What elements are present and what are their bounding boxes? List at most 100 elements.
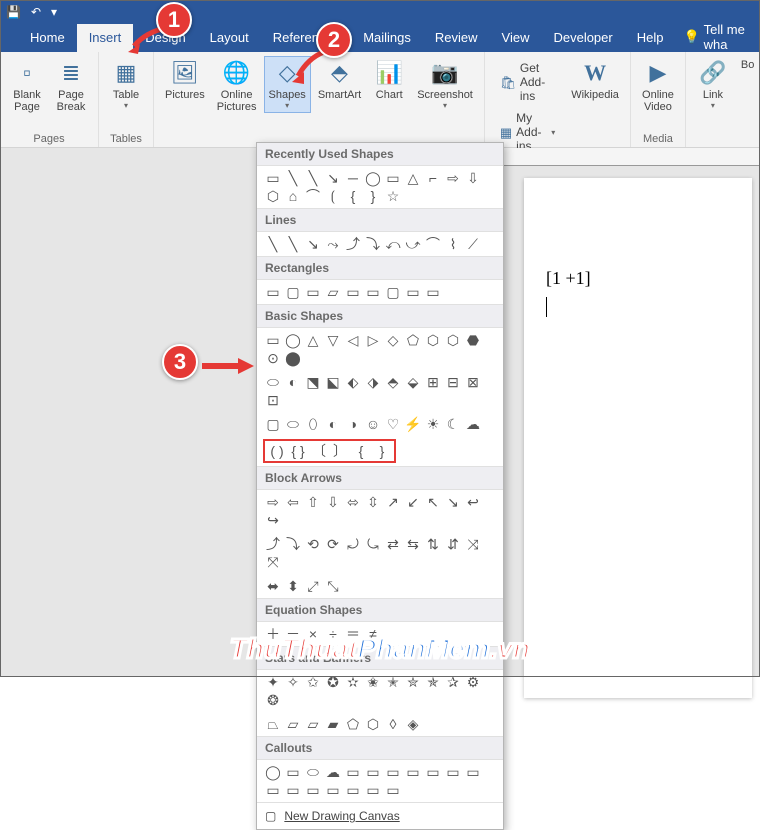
shape-star[interactable]: ⚙ [463, 673, 483, 691]
shape-item[interactable]: } [363, 187, 383, 205]
shape-item[interactable]: ╲ [303, 169, 323, 187]
document-page[interactable]: [1 +1] [524, 178, 752, 698]
shape-basic[interactable]: ⊙ [263, 349, 283, 367]
shape-rect[interactable]: ▭ [263, 283, 283, 301]
shape-basic[interactable]: ◐ [283, 373, 303, 391]
shape-basic[interactable]: ⬕ [323, 373, 343, 391]
shape-arrow[interactable]: ⟳ [323, 535, 343, 553]
shape-arrow[interactable]: ⇩ [323, 493, 343, 511]
shape-basic[interactable]: ◑ [343, 415, 363, 433]
shape-arrow[interactable]: ↖ [423, 493, 443, 511]
shape-banner[interactable]: ◊ [383, 715, 403, 733]
shape-callout[interactable]: ▭ [443, 763, 463, 781]
shape-bracket[interactable]: { } [288, 442, 308, 460]
shape-basic[interactable]: ▭ [263, 331, 283, 349]
shape-star[interactable]: ❂ [263, 691, 283, 709]
shape-item[interactable]: ⇩ [463, 169, 483, 187]
shape-star[interactable]: ✬ [363, 673, 383, 691]
shape-item[interactable]: △ [403, 169, 423, 187]
shape-arrow[interactable]: ⇧ [303, 493, 323, 511]
shape-callout[interactable]: ▭ [323, 781, 343, 799]
tab-developer[interactable]: Developer [541, 24, 624, 52]
tab-mailings[interactable]: Mailings [351, 24, 423, 52]
shape-arrow[interactable]: ⤨ [463, 535, 483, 553]
shape-bracket[interactable]: ( ) [267, 442, 287, 460]
shape-item[interactable]: ⌐ [423, 169, 443, 187]
shape-rect[interactable]: ▭ [423, 283, 443, 301]
shape-basic[interactable]: ◁ [343, 331, 363, 349]
shape-star[interactable]: ✪ [323, 673, 343, 691]
shape-item[interactable]: ⌂ [283, 187, 303, 205]
shape-basic[interactable]: ⊞ [423, 373, 443, 391]
save-icon[interactable]: 💾 [6, 5, 21, 19]
shape-star[interactable]: ✭ [383, 673, 403, 691]
shape-rect[interactable]: ▭ [303, 283, 323, 301]
shape-arrow[interactable]: ↙ [403, 493, 423, 511]
shape-basic[interactable]: ⬯ [303, 415, 323, 433]
page-break-button[interactable]: ≣Page Break [50, 56, 92, 116]
shape-rect[interactable]: ▱ [323, 283, 343, 301]
shape-callout[interactable]: ▭ [423, 763, 443, 781]
shape-item[interactable]: { [343, 187, 363, 205]
shape-arrow[interactable]: ⬍ [283, 577, 303, 595]
shape-callout[interactable]: ⬭ [303, 763, 323, 781]
shape-basic[interactable]: ⬙ [403, 373, 423, 391]
shape-basic[interactable]: ⬡ [423, 331, 443, 349]
tab-insert[interactable]: Insert [77, 24, 134, 52]
shape-basic[interactable]: △ [303, 331, 323, 349]
shape-basic[interactable]: ☁ [463, 415, 483, 433]
shape-callout[interactable]: ◯ [263, 763, 283, 781]
shape-line[interactable]: ⤴ [343, 235, 363, 253]
chart-button[interactable]: 📊Chart [368, 56, 410, 104]
shape-callout[interactable]: ▭ [283, 763, 303, 781]
shape-arrow[interactable]: ⇄ [383, 535, 403, 553]
wikipedia-button[interactable]: WWikipedia [566, 56, 624, 104]
tab-home[interactable]: Home [18, 24, 77, 52]
shape-line[interactable]: ⌇ [443, 235, 463, 253]
online-pictures-button[interactable]: 🌐Online Pictures [212, 56, 262, 116]
shape-callout[interactable]: ▭ [383, 763, 403, 781]
screenshot-button[interactable]: 📷Screenshot▾ [412, 56, 478, 113]
shape-callout[interactable]: ☁ [323, 763, 343, 781]
shape-arrow[interactable]: ⇆ [403, 535, 423, 553]
shape-arrow[interactable]: ⤾ [343, 535, 363, 553]
shape-item[interactable]: ╲ [283, 169, 303, 187]
shape-bracket[interactable]: } [372, 442, 392, 460]
shape-callout[interactable]: ▭ [263, 781, 283, 799]
shape-basic[interactable]: ⬡ [443, 331, 463, 349]
tab-layout[interactable]: Layout [198, 24, 261, 52]
shape-callout[interactable]: ▭ [363, 781, 383, 799]
shape-arrow[interactable]: ⟲ [303, 535, 323, 553]
shape-basic[interactable]: ⬣ [463, 331, 483, 349]
shape-line[interactable]: ╲ [283, 235, 303, 253]
shape-star[interactable]: ✦ [263, 673, 283, 691]
tab-view[interactable]: View [490, 24, 542, 52]
shape-item[interactable]: ◯ [363, 169, 383, 187]
shape-rect[interactable]: ▭ [403, 283, 423, 301]
shape-star[interactable]: ✫ [343, 673, 363, 691]
shape-arrow[interactable]: ⤢ [303, 577, 323, 595]
shape-bracket[interactable]: { [351, 442, 371, 460]
shape-callout[interactable]: ▭ [343, 763, 363, 781]
shape-basic[interactable]: ☾ [443, 415, 463, 433]
shape-arrow[interactable]: ⇅ [423, 535, 443, 553]
shape-star[interactable]: ✩ [303, 673, 323, 691]
pictures-button[interactable]: 🖼Pictures [160, 56, 210, 104]
bookmark-button[interactable]: Bo [736, 56, 759, 74]
shape-basic[interactable]: ▷ [363, 331, 383, 349]
shape-item[interactable]: ⬡ [263, 187, 283, 205]
shape-basic[interactable]: ⬘ [383, 373, 403, 391]
shape-arrow[interactable]: ⇦ [283, 493, 303, 511]
shape-line[interactable]: ⟋ [463, 235, 483, 253]
online-video-button[interactable]: ▶Online Video [637, 56, 679, 116]
shape-basic[interactable]: ◐ [323, 415, 343, 433]
shape-callout[interactable]: ▭ [383, 781, 403, 799]
shape-line[interactable]: ↘ [303, 235, 323, 253]
shape-basic[interactable]: ⬔ [303, 373, 323, 391]
shape-line[interactable]: ⤺ [383, 235, 403, 253]
shape-item[interactable]: ⇨ [443, 169, 463, 187]
shape-bracket[interactable]: 〔 [309, 442, 329, 460]
tab-help[interactable]: Help [625, 24, 676, 52]
shape-rect[interactable]: ▢ [383, 283, 403, 301]
shape-basic[interactable]: ◯ [283, 331, 303, 349]
